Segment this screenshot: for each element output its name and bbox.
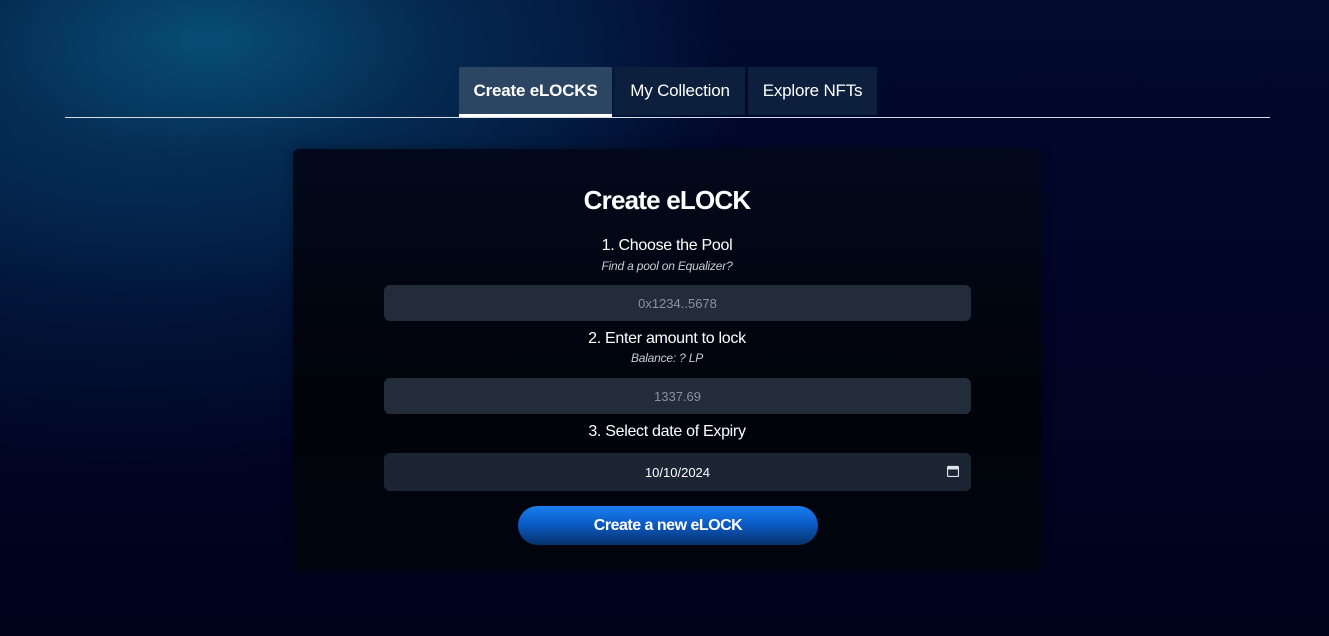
create-elock-card: Create eLOCK 1. Choose the Pool Find a p… bbox=[293, 149, 1041, 570]
step2-label: 2. Enter amount to lock bbox=[588, 330, 746, 347]
tab-explore-nfts[interactable]: Explore NFTs bbox=[748, 67, 877, 115]
balance-text: Balance: ? LP bbox=[630, 351, 704, 365]
amount-input[interactable]: 1337.69 bbox=[384, 378, 971, 414]
calendar-icon[interactable] bbox=[947, 465, 959, 477]
step1-label: 1. Choose the Pool bbox=[601, 237, 733, 254]
step1-hint-link[interactable]: Find a pool on Equalizer? bbox=[293, 259, 1041, 273]
card-title: Create eLOCK bbox=[583, 185, 751, 215]
step3-label: 3. Select date of Expiry bbox=[588, 423, 746, 440]
create-elock-button[interactable]: Create a new eLOCK bbox=[518, 506, 818, 545]
tabs-bar: Create eLOCKS My Collection Explore NFTs bbox=[65, 67, 1270, 118]
expiry-date-input[interactable]: 10/10/2024 bbox=[384, 453, 971, 491]
pool-address-input[interactable]: 0x1234..5678 bbox=[384, 285, 971, 321]
tab-list: Create eLOCKS My Collection Explore NFTs bbox=[459, 67, 877, 117]
tab-my-collection[interactable]: My Collection bbox=[615, 67, 745, 115]
expiry-date-value: 10/10/2024 bbox=[644, 464, 711, 480]
tab-create-elocks[interactable]: Create eLOCKS bbox=[459, 67, 612, 117]
